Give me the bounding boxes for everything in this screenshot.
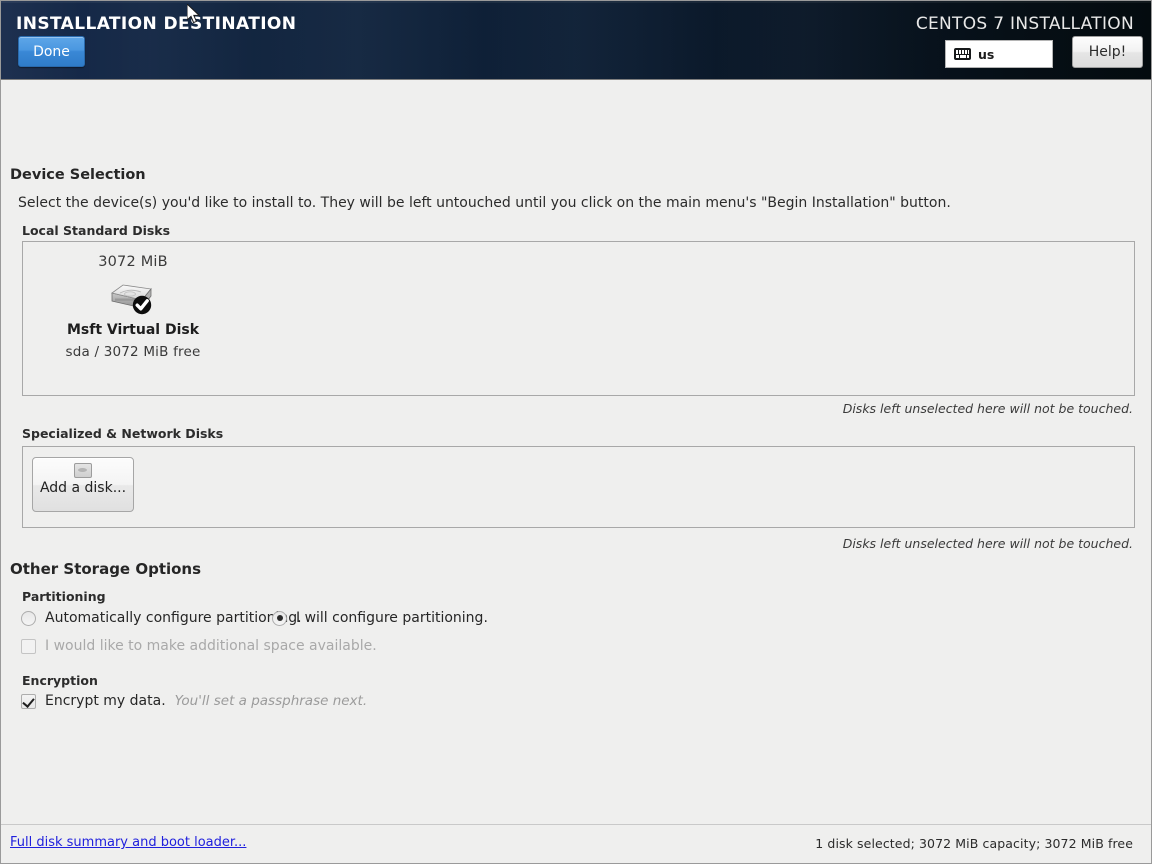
specialized-unselected-note: Disks left unselected here will not be t…	[843, 536, 1133, 551]
radio-indicator-manual	[272, 611, 287, 626]
local-standard-disks-label: Local Standard Disks	[22, 223, 170, 238]
disk-selection-status: 1 disk selected; 3072 MiB capacity; 3072…	[815, 836, 1133, 851]
page-title: INSTALLATION DESTINATION	[16, 14, 296, 34]
local-unselected-note: Disks left unselected here will not be t…	[843, 401, 1133, 416]
specialized-disks-label: Specialized & Network Disks	[22, 426, 223, 441]
radio-indicator-auto	[21, 611, 36, 626]
main-content: Device Selection Select the device(s) yo…	[1, 80, 1151, 827]
encrypt-hint-text: You'll set a passphrase next.	[175, 693, 368, 709]
add-a-disk-button[interactable]: Add a disk...	[32, 457, 134, 512]
local-disks-panel: 3072 MiB	[22, 241, 1135, 396]
partitioning-label: Partitioning	[22, 589, 106, 604]
add-a-disk-label: Add a disk...	[33, 480, 133, 496]
installation-destination-window: INSTALLATION DESTINATION Done CENTOS 7 I…	[0, 0, 1152, 864]
other-storage-options-title: Other Storage Options	[10, 560, 201, 578]
radio-label-auto: Automatically configure partitioning.	[45, 610, 302, 626]
window-header: INSTALLATION DESTINATION Done CENTOS 7 I…	[1, 1, 1151, 80]
disk-capacity: 3072 MiB	[43, 254, 223, 270]
hard-disk-icon	[110, 279, 156, 315]
device-selection-title: Device Selection	[10, 167, 146, 183]
full-disk-summary-link[interactable]: Full disk summary and boot loader...	[10, 835, 246, 850]
help-button[interactable]: Help!	[1072, 36, 1143, 68]
disk-details: sda / 3072 MiB free	[43, 344, 223, 360]
disk-tile-sda[interactable]: 3072 MiB	[43, 254, 223, 360]
radio-automatic-partitioning[interactable]: Automatically configure partitioning.	[21, 610, 302, 626]
disk-icon	[74, 463, 92, 478]
checkbox-encrypt-data[interactable]: Encrypt my data. You'll set a passphrase…	[21, 693, 367, 709]
checkbox-indicator-encrypt	[21, 694, 36, 709]
keyboard-layout-label: us	[978, 47, 994, 62]
keyboard-layout-indicator[interactable]: us	[945, 40, 1053, 68]
checkbox-label-encrypt: Encrypt my data.	[45, 693, 166, 709]
device-selection-description: Select the device(s) you'd like to insta…	[18, 195, 951, 211]
status-bar: Full disk summary and boot loader... 1 d…	[1, 824, 1151, 863]
disk-name: Msft Virtual Disk	[43, 322, 223, 338]
done-button[interactable]: Done	[18, 36, 85, 67]
product-label: CENTOS 7 INSTALLATION	[916, 14, 1134, 34]
encryption-label: Encryption	[22, 673, 98, 688]
checkbox-reclaim-space: I would like to make additional space av…	[21, 638, 377, 654]
checkbox-indicator-reclaim	[21, 639, 36, 654]
specialized-disks-panel: Add a disk...	[22, 446, 1135, 528]
checkbox-label-reclaim: I would like to make additional space av…	[45, 638, 377, 654]
radio-manual-partitioning[interactable]: I will configure partitioning.	[272, 610, 488, 626]
radio-label-manual: I will configure partitioning.	[296, 610, 488, 626]
keyboard-icon	[954, 48, 971, 60]
